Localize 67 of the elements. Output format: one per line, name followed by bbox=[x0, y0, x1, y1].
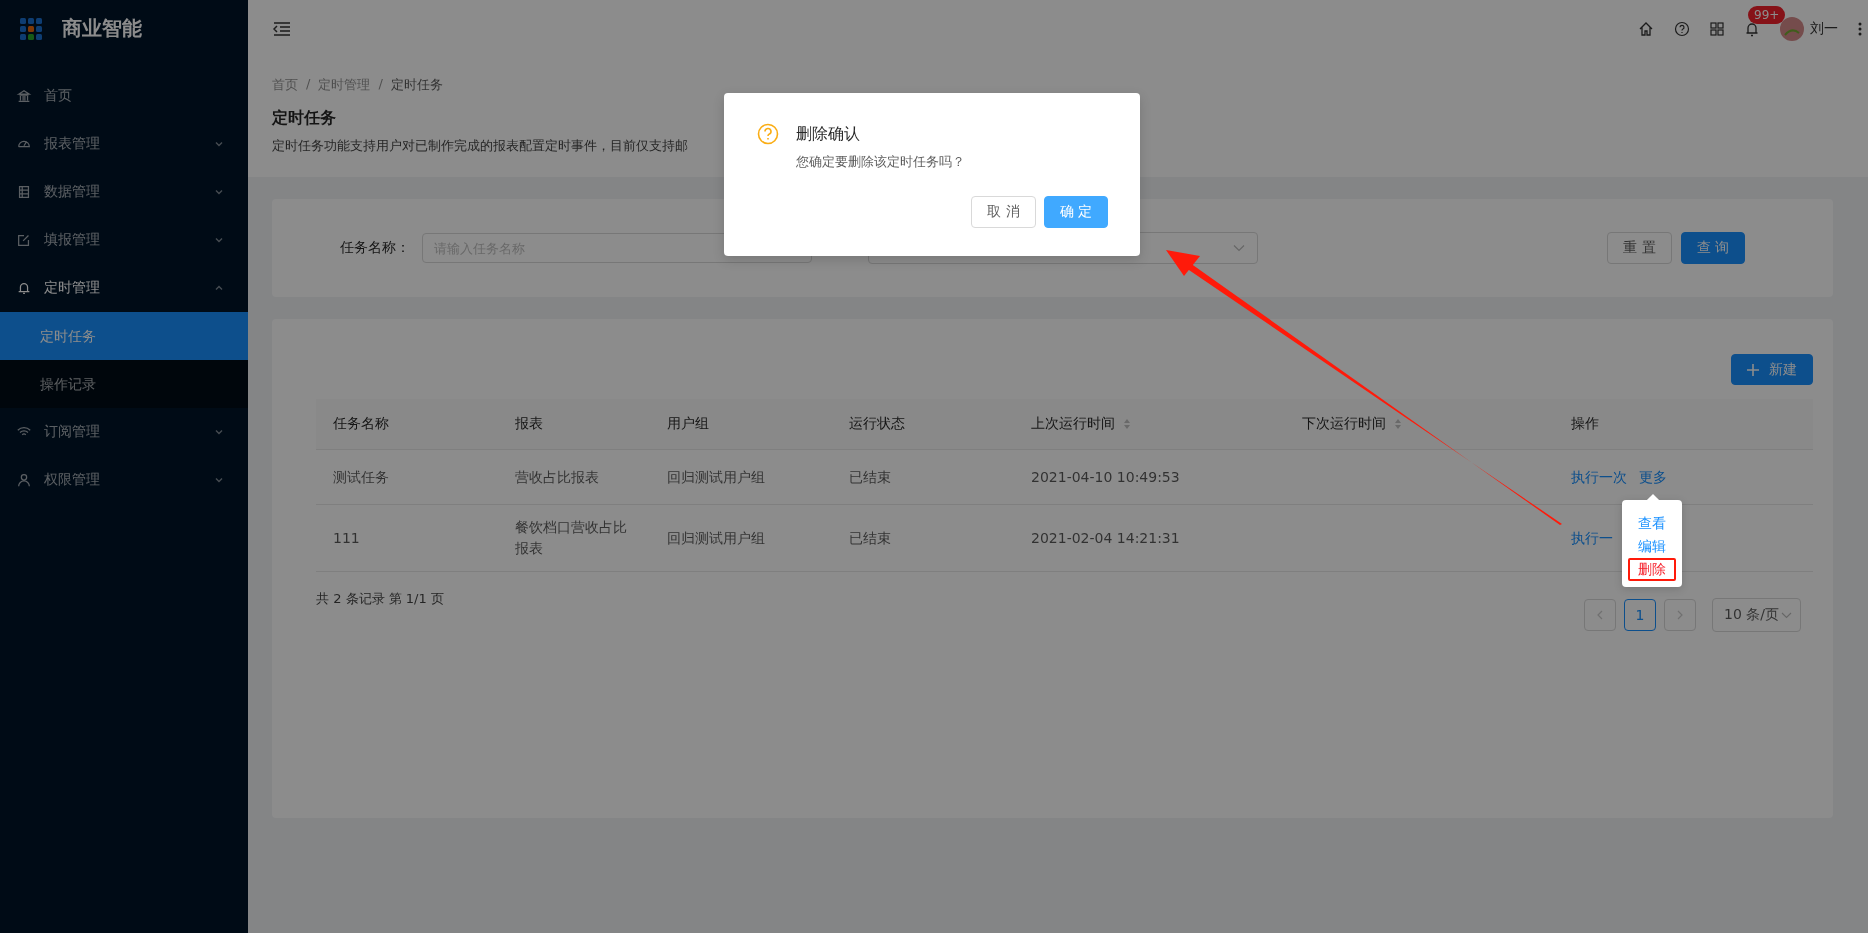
dialog-message: 您确定要删除该定时任务吗？ bbox=[796, 153, 966, 171]
table-cell-text: 测试任务 bbox=[333, 467, 389, 487]
plus-icon bbox=[1747, 363, 1759, 376]
page-description: 定时任务功能支持用户对已制作完成的报表配置定时事件，目前仅支持邮 bbox=[272, 137, 689, 155]
page-size-select[interactable]: 10 条/页 bbox=[1712, 598, 1801, 632]
column-header: 运行状态 bbox=[849, 415, 905, 433]
column-header: 用户组 bbox=[667, 415, 709, 433]
column-header: 任务名称 bbox=[333, 415, 389, 433]
breadcrumb-item: 定时任务 bbox=[390, 76, 443, 94]
sidebar-item[interactable]: 填报管理 bbox=[0, 216, 248, 264]
menu-item[interactable]: 删除 bbox=[1628, 557, 1676, 581]
table-cell-text: 2021-02-04 14:21:31 bbox=[1031, 528, 1180, 548]
sidebar-item[interactable]: 数据管理 bbox=[0, 168, 248, 216]
pagination-summary: 共 2 条记录 第 1/1 页 bbox=[316, 590, 444, 608]
app-title: 商业智能 bbox=[62, 15, 142, 42]
chevron-right-icon bbox=[1676, 610, 1684, 620]
column-header: 操作 bbox=[1571, 415, 1599, 433]
table-cell-text: 111 bbox=[333, 528, 360, 548]
more-icon[interactable] bbox=[1858, 20, 1862, 37]
menu-item[interactable]: 查看 bbox=[1628, 511, 1676, 535]
table-cell-text: 营收占比报表 bbox=[515, 467, 599, 487]
cancel-button[interactable]: 取 消 bbox=[971, 196, 1036, 228]
home-icon[interactable] bbox=[1638, 20, 1654, 37]
breadcrumb-separator: / bbox=[306, 76, 311, 93]
menu-item[interactable]: 编辑 bbox=[1628, 534, 1676, 558]
table-cell-text: 已结束 bbox=[849, 528, 891, 548]
new-button[interactable]: 新建 bbox=[1731, 354, 1813, 385]
logo-icon bbox=[20, 17, 42, 40]
chevron-icon bbox=[1233, 244, 1245, 252]
page-title: 定时任务 bbox=[272, 108, 337, 129]
reset-button[interactable]: 重 置 bbox=[1607, 232, 1672, 264]
help-icon[interactable] bbox=[1674, 20, 1690, 37]
action-link[interactable]: 执行一次 bbox=[1571, 468, 1627, 485]
breadcrumb-separator: / bbox=[378, 76, 383, 93]
sidebar-subitem[interactable]: 操作记录 bbox=[0, 360, 248, 408]
table-cell-text: 餐饮档口营收占比报表 bbox=[515, 518, 628, 558]
column-header: 报表 bbox=[515, 415, 543, 433]
menu-fold-icon[interactable] bbox=[273, 20, 291, 37]
user-name[interactable]: 刘一 bbox=[1810, 19, 1838, 38]
chevron-left-icon bbox=[1596, 610, 1604, 620]
column-header[interactable]: 上次运行时间 bbox=[1031, 415, 1115, 433]
apps-icon[interactable] bbox=[1710, 21, 1724, 36]
table-cell-text: 已结束 bbox=[849, 467, 891, 487]
notification-badge: 99+ bbox=[1748, 5, 1786, 24]
sidebar-subitem[interactable]: 定时任务 bbox=[0, 312, 248, 360]
sidebar-item[interactable]: 定时管理 bbox=[0, 264, 248, 312]
table-cell-text: 回归测试用户组 bbox=[667, 528, 765, 548]
chevron-down-icon bbox=[1781, 611, 1792, 619]
question-icon bbox=[757, 123, 779, 145]
sidebar-item[interactable]: 订阅管理 bbox=[0, 408, 248, 456]
sidebar-item[interactable]: 权限管理 bbox=[0, 456, 248, 504]
sidebar-item[interactable]: 报表管理 bbox=[0, 120, 248, 168]
menu-icon bbox=[16, 280, 32, 296]
action-link[interactable]: 执行一 bbox=[1571, 529, 1613, 546]
page-button[interactable]: 1 bbox=[1624, 599, 1656, 631]
search-button[interactable]: 查 询 bbox=[1680, 232, 1745, 264]
action-link[interactable]: 更多 bbox=[1639, 468, 1667, 485]
table-cell-text: 回归测试用户组 bbox=[667, 467, 765, 487]
column-header[interactable]: 下次运行时间 bbox=[1302, 415, 1386, 433]
sidebar-item[interactable]: 首页 bbox=[0, 72, 248, 120]
table-cell-text: 2021-04-10 10:49:53 bbox=[1031, 467, 1180, 487]
avatar[interactable] bbox=[1780, 16, 1804, 41]
field-label: 任务名称： bbox=[340, 239, 410, 257]
dialog-title: 删除确认 bbox=[796, 123, 860, 145]
breadcrumb-item[interactable]: 定时管理 bbox=[318, 76, 371, 94]
bell-icon[interactable] bbox=[1744, 20, 1760, 37]
confirm-button[interactable]: 确 定 bbox=[1043, 196, 1108, 228]
